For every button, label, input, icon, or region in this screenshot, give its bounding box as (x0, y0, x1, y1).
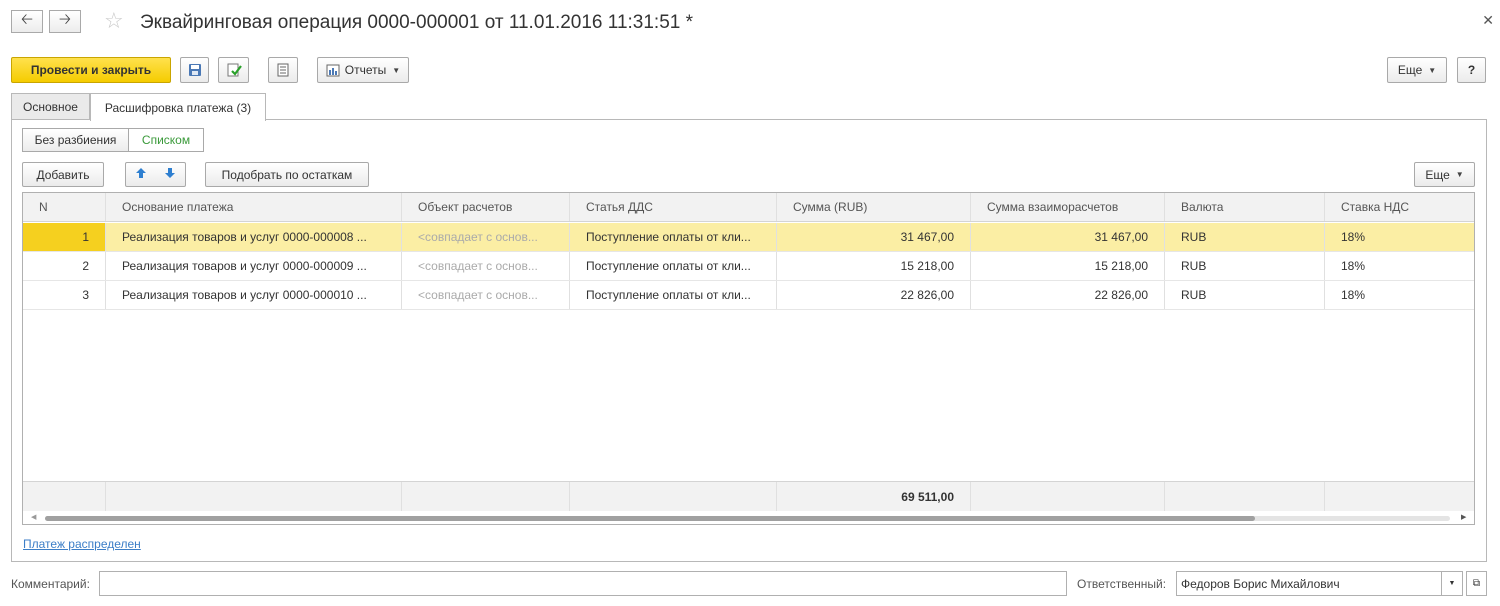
help-button[interactable]: ? (1457, 57, 1486, 83)
more-label: Еще (1397, 63, 1423, 77)
scroll-track[interactable] (45, 516, 1450, 521)
responsible-value: Федоров Борис Михайлович (1181, 576, 1340, 591)
cell-sum: 22 826,00 (777, 281, 971, 309)
close-icon[interactable]: ✕ (1482, 12, 1494, 29)
cell-vat: 18% (1341, 288, 1366, 302)
footer-cell (971, 482, 1165, 511)
comment-label: Комментарий: (11, 577, 90, 591)
star-icon[interactable]: ☆ (104, 10, 124, 32)
column-header-n[interactable]: N (23, 193, 106, 221)
cell-basis: Реализация товаров и услуг 0000-000010 .… (106, 281, 402, 309)
footer-total-sum: 69 511,00 (777, 482, 971, 511)
post-document-icon (227, 63, 242, 77)
arrow-down-icon (165, 168, 176, 178)
list-button[interactable] (268, 57, 298, 83)
pick-by-balance-button[interactable]: Подобрать по остаткам (205, 162, 369, 187)
footer-cell (1165, 482, 1325, 511)
comment-field[interactable] (99, 571, 1067, 596)
column-header-dds[interactable]: Статья ДДС (570, 193, 777, 221)
footer-cell (1325, 482, 1474, 511)
table-row[interactable]: 3 Реализация товаров и услуг 0000-000010… (23, 281, 1474, 310)
cell-vat: 18% (1341, 230, 1366, 244)
payment-table[interactable]: N Основание платежа Объект расчетов Стат… (22, 192, 1475, 525)
add-button[interactable]: Добавить (22, 162, 104, 187)
report-icon (326, 64, 340, 76)
cell-vat: 18% (1341, 259, 1366, 273)
cell-n: 2 (23, 252, 106, 280)
scroll-left-icon[interactable]: ◀ (31, 513, 36, 521)
footer-cell (106, 482, 402, 511)
cell-object: <совпадает с основ... (402, 223, 570, 251)
toggle-list[interactable]: Списком (128, 128, 204, 152)
table-footer: 69 511,00 (23, 481, 1474, 511)
back-button[interactable]: 🡠 (11, 10, 43, 33)
chevron-down-icon: ▼ (1455, 170, 1464, 179)
horizontal-scrollbar[interactable]: ◀ ▶ (23, 511, 1474, 524)
window-title: Эквайринговая операция 0000-000001 от 11… (140, 12, 694, 33)
cell-dds: Поступление оплаты от кли... (570, 281, 777, 309)
responsible-open-button[interactable]: ⧉ (1466, 571, 1487, 596)
table-row[interactable]: 2 Реализация товаров и услуг 0000-000009… (23, 252, 1474, 281)
cell-basis: Реализация товаров и услуг 0000-000009 .… (106, 252, 402, 280)
column-header-vat[interactable]: Ставка НДС (1325, 193, 1474, 221)
cell-sum: 15 218,00 (777, 252, 971, 280)
reports-label: Отчеты (344, 63, 387, 77)
responsible-dropdown-button[interactable]: ▼ (1441, 571, 1463, 596)
column-header-sum[interactable]: Сумма (RUB) (777, 193, 971, 221)
cell-object: <совпадает с основ... (402, 281, 570, 309)
cell-n: 3 (23, 281, 106, 309)
cell-settlement: 31 467,00 (971, 223, 1165, 251)
table-more-label: Еще (1425, 167, 1450, 182)
footer-cell (23, 482, 106, 511)
column-header-basis[interactable]: Основание платежа (106, 193, 402, 221)
column-header-object[interactable]: Объект расчетов (402, 193, 570, 221)
responsible-label: Ответственный: (1077, 577, 1167, 591)
tab-main[interactable]: Основное (11, 93, 90, 120)
scroll-thumb[interactable] (45, 516, 1255, 521)
chevron-down-icon: ▼ (1428, 65, 1437, 75)
column-header-currency[interactable]: Валюта (1165, 193, 1325, 221)
reports-button[interactable]: Отчеты ▼ (317, 57, 409, 83)
column-header-settlement[interactable]: Сумма взаиморасчетов (971, 193, 1165, 221)
cell-basis: Реализация товаров и услуг 0000-000008 .… (106, 223, 402, 251)
cell-currency: RUB (1165, 252, 1325, 280)
post-and-close-button[interactable]: Провести и закрыть (11, 57, 171, 83)
cell-n: 1 (23, 223, 106, 251)
arrow-up-icon (135, 168, 146, 178)
move-buttons (125, 162, 186, 187)
chevron-down-icon: ▼ (1448, 580, 1456, 587)
scroll-right-icon[interactable]: ▶ (1461, 513, 1466, 521)
arrow-right-icon: 🡢 (58, 11, 72, 28)
cell-object: <совпадает с основ... (402, 252, 570, 280)
footer-cell (570, 482, 777, 511)
document-list-icon (277, 63, 289, 77)
more-button[interactable]: Еще ▼ (1387, 57, 1447, 83)
toggle-no-split[interactable]: Без разбиения (22, 128, 129, 152)
chevron-down-icon: ▼ (392, 65, 401, 75)
save-button[interactable] (180, 57, 209, 83)
cell-settlement: 15 218,00 (971, 252, 1165, 280)
cell-sum: 31 467,00 (777, 223, 971, 251)
cell-currency: RUB (1165, 223, 1325, 251)
open-window-icon: ⧉ (1472, 578, 1481, 589)
cell-currency: RUB (1165, 281, 1325, 309)
cell-dds: Поступление оплаты от кли... (570, 252, 777, 280)
move-up-button[interactable] (135, 167, 147, 182)
tab-payment-breakdown[interactable]: Расшифровка платежа (3) (90, 93, 266, 121)
table-row[interactable]: 1 Реализация товаров и услуг 0000-000008… (23, 223, 1474, 252)
post-button[interactable] (218, 57, 249, 83)
cell-dds: Поступление оплаты от кли... (570, 223, 777, 251)
forward-button[interactable]: 🡢 (49, 10, 81, 33)
footer-cell (402, 482, 570, 511)
table-header: N Основание платежа Объект расчетов Стат… (23, 193, 1474, 222)
save-icon (188, 64, 201, 76)
responsible-field[interactable]: Федоров Борис Михайлович (1176, 571, 1442, 596)
cell-settlement: 22 826,00 (971, 281, 1165, 309)
arrow-left-icon: 🡠 (20, 11, 34, 28)
move-down-button[interactable] (164, 167, 176, 182)
payment-distributed-link[interactable]: Платеж распределен (23, 537, 141, 551)
table-more-button[interactable]: Еще ▼ (1414, 162, 1475, 187)
